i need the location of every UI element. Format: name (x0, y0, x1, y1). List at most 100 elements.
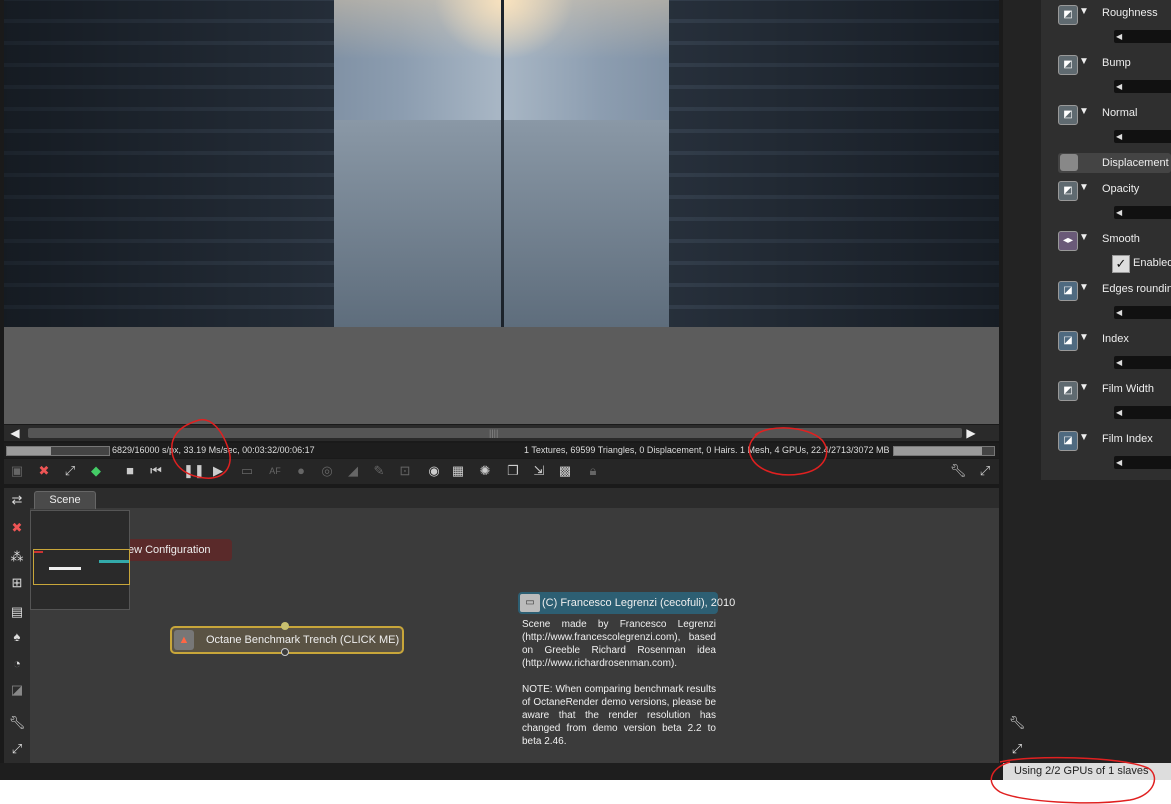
expand-triangle-icon[interactable]: ▼ (1079, 332, 1089, 343)
aperture-icon[interactable]: ◎ (318, 462, 336, 480)
cube-icon[interactable]: ◆ (87, 462, 105, 480)
tab-scene[interactable]: Scene (34, 491, 96, 509)
texture-icon[interactable]: ◩ (1058, 381, 1078, 401)
restart-icon[interactable]: ⏮ (147, 462, 165, 480)
clear-icon[interactable]: ✖ (35, 462, 53, 480)
attr-smooth[interactable]: ◂▸ ▼ Smooth (1056, 229, 1171, 253)
bool-icon[interactable]: ◂▸ (1058, 231, 1078, 251)
af-icon[interactable]: AF (266, 462, 284, 480)
viewport-horizontal-scrollbar[interactable]: ◀ |||| ▶ (4, 425, 999, 441)
lock-icon[interactable]: 🔒︎ (584, 462, 602, 480)
paint-icon[interactable]: ♠ (8, 628, 26, 646)
crop-icon[interactable]: ⊡ (396, 462, 414, 480)
slider-left-icon[interactable]: ◀ (1116, 80, 1122, 93)
expand-triangle-icon[interactable]: ▼ (1079, 282, 1089, 293)
comment-node-header[interactable]: ▭ (C) Francesco Legrenzi (cecofuli), 201… (518, 592, 735, 614)
export-icon[interactable]: ⇲ (530, 462, 548, 480)
expand-icon[interactable]: ⤢ (976, 462, 994, 480)
slider-left-icon[interactable]: ◀ (1116, 30, 1122, 43)
attr-film-index[interactable]: ◪ ▼ Film Index ◀ (1056, 429, 1171, 479)
link-icon[interactable]: ⇄ (8, 491, 26, 509)
attr-label: Roughness (1102, 7, 1158, 19)
material-icon[interactable]: ▤ (8, 603, 26, 621)
pause-icon[interactable]: ❚❚ (183, 462, 205, 480)
texture-icon[interactable]: ◩ (1058, 105, 1078, 125)
copy-icon[interactable]: ❐ (504, 462, 522, 480)
wrench-icon[interactable]: 🔧︎ (949, 462, 967, 480)
attr-roughness[interactable]: ◩ ▼ Roughness ◀ (1056, 3, 1171, 53)
picker-icon[interactable]: ✎ (370, 462, 388, 480)
texture-icon[interactable]: ◩ (1058, 181, 1078, 201)
attr-slider[interactable]: ◀ (1114, 406, 1171, 419)
attr-slider[interactable]: ◀ (1114, 206, 1171, 219)
attr-slider[interactable]: ◀ (1114, 80, 1171, 93)
zoom-icon[interactable]: ◉ (425, 462, 443, 480)
focus-icon[interactable]: ◢ (344, 462, 362, 480)
delete-icon[interactable]: ✖ (8, 519, 26, 537)
render-viewport[interactable] (4, 0, 999, 424)
nodegraph-expand-icon[interactable]: ⤢ (8, 740, 26, 758)
panel-wrench-icon[interactable]: 🔧︎ (1008, 714, 1026, 732)
grid-icon[interactable]: ▦ (449, 462, 467, 480)
exposure-icon[interactable]: ✺ (476, 462, 494, 480)
arrange-icon[interactable]: ⁂ (8, 548, 26, 566)
float-icon[interactable]: ◪ (1058, 331, 1078, 351)
scroll-right-arrow-icon[interactable]: ▶ (964, 426, 978, 440)
attr-normal[interactable]: ◩ ▼ Normal ◀ (1056, 103, 1171, 153)
expand-triangle-icon[interactable]: ▼ (1079, 106, 1089, 117)
display-icon[interactable]: ▭ (238, 462, 256, 480)
geometry-icon[interactable]: ◪ (8, 681, 26, 699)
stop-icon[interactable]: ■ (121, 462, 139, 480)
panel-expand-icon[interactable]: ⤢ (1008, 740, 1026, 758)
node-graph-editor[interactable]: Scene ew Configuration ▲ Octane Benchmar… (30, 488, 999, 763)
slider-left-icon[interactable]: ◀ (1116, 406, 1122, 419)
nodegraph-wrench-icon[interactable]: 🔧︎ (8, 714, 26, 732)
color-icon[interactable]: ● (292, 462, 310, 480)
attr-slider[interactable]: ◀ (1114, 306, 1171, 319)
expand-triangle-icon[interactable]: ▼ (1079, 6, 1089, 17)
expand-triangle-icon[interactable]: ▼ (1079, 382, 1089, 393)
play-icon[interactable]: ▶ (209, 462, 227, 480)
screenshot-icon[interactable]: ▣ (8, 462, 26, 480)
attr-bump[interactable]: ◩ ▼ Bump ◀ (1056, 53, 1171, 103)
expand-triangle-icon[interactable]: ▼ (1079, 232, 1089, 243)
slider-left-icon[interactable]: ◀ (1116, 356, 1122, 369)
attr-edges-rounding[interactable]: ◪ ▼ Edges rounding ◀ (1056, 279, 1171, 329)
input-pin[interactable] (281, 622, 289, 630)
layout-icon[interactable]: ⊞ (8, 574, 26, 592)
attr-label: Film Index (1102, 433, 1153, 445)
graph-minimap[interactable] (30, 510, 130, 610)
displacement-toggle[interactable]: Displacement (1058, 153, 1171, 173)
region-icon[interactable]: ⤢ (61, 462, 79, 480)
configuration-node[interactable]: ew Configuration (126, 539, 232, 561)
slider-left-icon[interactable]: ◀ (1116, 456, 1122, 469)
scroll-grip-icon[interactable]: |||| (489, 428, 499, 438)
expand-triangle-icon[interactable]: ▼ (1079, 56, 1089, 67)
attr-slider[interactable]: ◀ (1114, 30, 1171, 43)
attr-slider[interactable]: ◀ (1114, 130, 1171, 143)
slider-left-icon[interactable]: ◀ (1116, 306, 1122, 319)
checker-icon[interactable]: ▩ (556, 462, 574, 480)
attr-film-width[interactable]: ◩ ▼ Film Width ◀ (1056, 379, 1171, 429)
nodegraph-toolbar: ⇄ ✖ ⁂ ⊞ ▤ ♠ ◔ ◪ 🔧︎ ⤢ (4, 488, 30, 763)
attr-opacity[interactable]: ◩ ▼ Opacity ◀ (1056, 179, 1171, 229)
expand-triangle-icon[interactable]: ▼ (1079, 432, 1089, 443)
expand-triangle-icon[interactable]: ▼ (1079, 182, 1089, 193)
enabled-checkbox[interactable]: ✓ (1112, 255, 1130, 273)
camera-icon[interactable]: ◔ (8, 655, 26, 673)
toggle-icon[interactable] (1060, 154, 1078, 171)
minimap-view-window[interactable] (33, 549, 130, 585)
displacement-label: Displacement (1102, 157, 1169, 169)
float-icon[interactable]: ◪ (1058, 431, 1078, 451)
output-pin[interactable] (281, 648, 289, 656)
texture-icon[interactable]: ◩ (1058, 5, 1078, 25)
attr-label: Opacity (1102, 183, 1140, 195)
attr-slider[interactable]: ◀ (1114, 356, 1171, 369)
slider-left-icon[interactable]: ◀ (1116, 206, 1122, 219)
scroll-left-arrow-icon[interactable]: ◀ (8, 426, 22, 440)
float-icon[interactable]: ◪ (1058, 281, 1078, 301)
texture-icon[interactable]: ◩ (1058, 55, 1078, 75)
slider-left-icon[interactable]: ◀ (1116, 130, 1122, 143)
attr-index[interactable]: ◪ ▼ Index ◀ (1056, 329, 1171, 379)
attr-slider[interactable]: ◀ (1114, 456, 1171, 469)
